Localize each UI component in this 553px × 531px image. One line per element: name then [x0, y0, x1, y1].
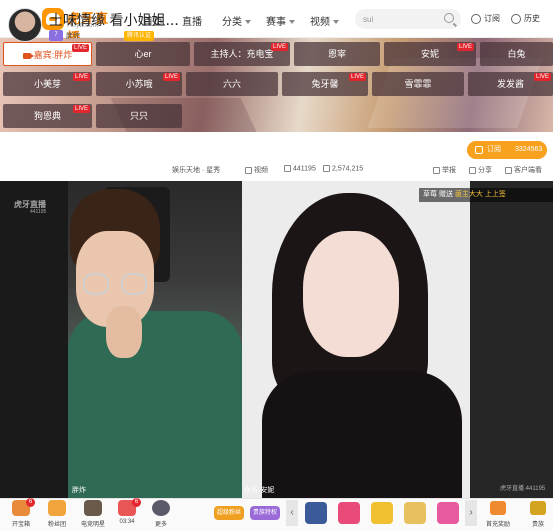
star-avatar-icon	[84, 500, 102, 516]
video-icon	[245, 166, 252, 174]
guest-button[interactable]: 恩宰	[294, 42, 380, 66]
anchor-level-badge: 7	[49, 30, 63, 41]
avatar[interactable]	[8, 8, 42, 42]
anchor-name[interactable]: 胖炸	[66, 31, 80, 41]
gift-box-icon	[490, 501, 506, 515]
nav-match[interactable]: 赛事	[266, 13, 295, 28]
guest-button[interactable]: 狗恩典 LIVE	[3, 104, 92, 128]
guest-button[interactable]: 发发酱 LIVE	[468, 72, 553, 96]
video-side-right	[470, 181, 553, 498]
chevron-down-icon	[333, 20, 339, 25]
glasses-lens	[83, 273, 109, 295]
user-icon	[323, 165, 330, 172]
viewer-count: 2,574,215	[323, 165, 363, 172]
watermark-room-id: 441195	[30, 209, 47, 215]
chevron-down-icon	[245, 20, 251, 25]
glasses-lens	[121, 273, 147, 295]
home-icon	[284, 165, 291, 172]
nav-category[interactable]: 分类	[222, 13, 251, 28]
room-title: 土味情缘 看小姐姐...	[49, 13, 179, 29]
camera-icon	[22, 52, 34, 59]
video-player[interactable]: 虎牙直播 441195 草莓 赠送 菌主大大 上上签 胖炸 众乐·安妮 虎牙直播…	[0, 181, 553, 498]
timer-box-button[interactable]: 6 03:34	[110, 498, 144, 531]
guest-button[interactable]: 小美芽 LIVE	[3, 72, 92, 96]
guest-body	[262, 371, 462, 498]
left-stream-label: 胖炸	[72, 487, 86, 494]
guest-button[interactable]: 白兔	[480, 42, 553, 66]
gift-icon[interactable]	[404, 502, 426, 524]
subscribe-header-button[interactable]: 订阅	[471, 13, 500, 24]
search-icon[interactable]	[444, 13, 454, 23]
streamer-jacket	[68, 311, 242, 498]
search-input[interactable]	[363, 12, 439, 26]
noble-button[interactable]: 贵族	[524, 498, 552, 531]
esports-star-button[interactable]: 电竞明星	[76, 498, 110, 531]
fan-club-button[interactable]: 粉丝团	[40, 498, 74, 531]
room-id: 441195	[284, 165, 316, 172]
more-icon	[152, 500, 170, 516]
clock-icon	[511, 13, 521, 24]
gift-icon[interactable]	[338, 502, 360, 524]
nav-video[interactable]: 视频	[310, 13, 339, 28]
video-link[interactable]: 视频	[245, 165, 268, 175]
guest-button[interactable]: 安妮 LIVE	[384, 42, 476, 66]
more-button[interactable]: 更多	[144, 498, 178, 531]
search-box	[355, 9, 461, 29]
share-icon	[469, 166, 476, 174]
guest-host-button[interactable]: 嘉宾:胖炸 LIVE	[3, 42, 92, 66]
right-stream-label: 众乐·安妮	[244, 487, 275, 494]
gift-icon[interactable]	[371, 502, 393, 524]
guest-face	[303, 231, 399, 357]
report-button[interactable]: 举报	[433, 165, 456, 175]
history-button[interactable]: 历史	[511, 13, 540, 24]
gift-icon[interactable]	[305, 502, 327, 524]
video-side-left	[0, 181, 68, 498]
guest-button[interactable]: 兔牙馨 LIVE	[282, 72, 368, 96]
super-fan-button[interactable]: 超级粉丝	[214, 506, 244, 520]
guest-button[interactable]: 小苏哦 LIVE	[96, 72, 182, 96]
phone-icon	[505, 166, 512, 174]
heart-icon	[471, 13, 481, 24]
flag-icon	[433, 166, 440, 174]
gift-icon[interactable]	[437, 502, 459, 524]
streamer-hand	[106, 306, 142, 358]
bottom-watermark: 虎牙直播 441195	[500, 486, 546, 492]
guest-button[interactable]: 主持人：充电宝 LIVE	[194, 42, 290, 66]
gift-next-button[interactable]: ›	[465, 500, 477, 526]
cert-badge: 腾讯认证	[124, 31, 155, 41]
barrage-message: 草莓 赠送 菌主大大 上上签	[419, 188, 553, 202]
crown-icon	[530, 501, 546, 515]
treasure-box-button[interactable]: 6 开宝箱	[4, 498, 38, 531]
guest-button[interactable]: 心er	[96, 42, 190, 66]
first-charge-reward-button[interactable]: 首充奖励	[484, 498, 512, 531]
guest-button[interactable]: 只只	[96, 104, 182, 128]
category-link[interactable]: 娱乐天地 · 星秀	[172, 165, 220, 175]
chevron-down-icon	[289, 20, 295, 25]
share-button[interactable]: 分享	[469, 165, 492, 175]
nav-live[interactable]: 直播	[182, 13, 202, 28]
guest-button[interactable]: 六六	[186, 72, 278, 96]
client-watch-button[interactable]: 客户端看	[505, 165, 542, 175]
fan-badge-icon	[48, 500, 66, 516]
guest-button[interactable]: 雪霏霏	[372, 72, 464, 96]
heart-icon	[475, 146, 483, 154]
gift-prev-button[interactable]: ‹	[286, 500, 298, 526]
subscribe-button[interactable]: 订阅 3324563	[467, 141, 547, 159]
noble-privilege-button[interactable]: 贵族特权	[250, 506, 280, 520]
